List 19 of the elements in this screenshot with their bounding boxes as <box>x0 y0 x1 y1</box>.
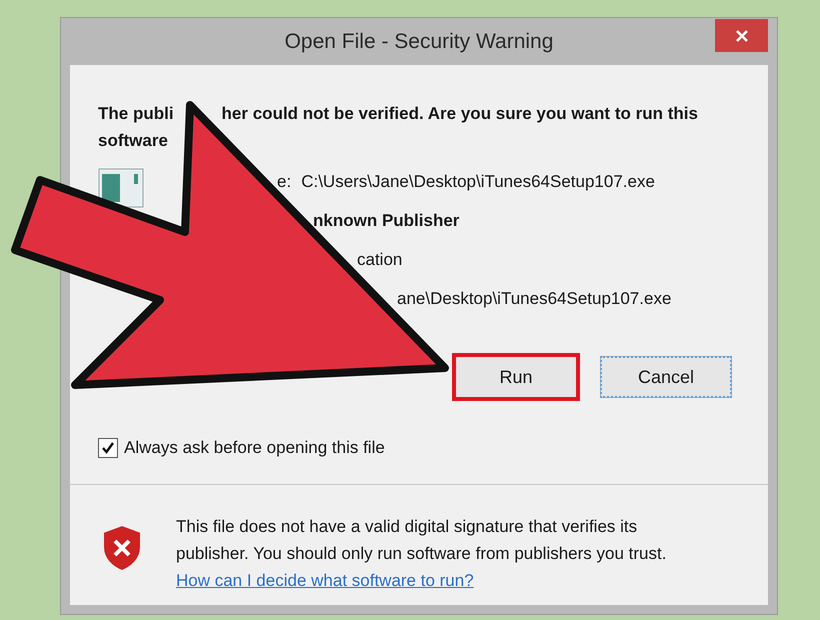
close-button[interactable] <box>715 19 768 52</box>
cancel-button[interactable]: Cancel <box>600 356 732 398</box>
warning-text: This file does not have a valid digital signature that verifies its publisher. You should only run software from publishers you trust. How can I decide what software to run? <box>176 516 668 592</box>
run-button[interactable]: Run <box>452 353 580 401</box>
heading-text: The publi <box>98 103 174 125</box>
detail-label: e: <box>277 170 292 193</box>
program-icon <box>98 168 144 208</box>
window-title: Open File - Security Warning <box>284 28 554 55</box>
detail-value: cation <box>357 248 402 271</box>
detail-value: nknown Publisher <box>313 210 460 232</box>
close-icon <box>734 28 748 42</box>
checkbox[interactable] <box>98 438 118 458</box>
help-link[interactable]: How can I decide what software to run? <box>176 571 474 590</box>
heading-text: her could not be verified. Are you sure you want to run this <box>222 103 698 125</box>
detail-value: ane\Desktop\iTunes64Setup107.exe <box>397 288 672 310</box>
detail-value: C:\Users\Jane\Desktop\iTunes64Setup107.exe <box>301 170 655 193</box>
heading-text: software <box>98 130 168 152</box>
checkmark-icon <box>101 441 115 455</box>
checkbox-label: Always ask before opening this file <box>124 437 385 460</box>
